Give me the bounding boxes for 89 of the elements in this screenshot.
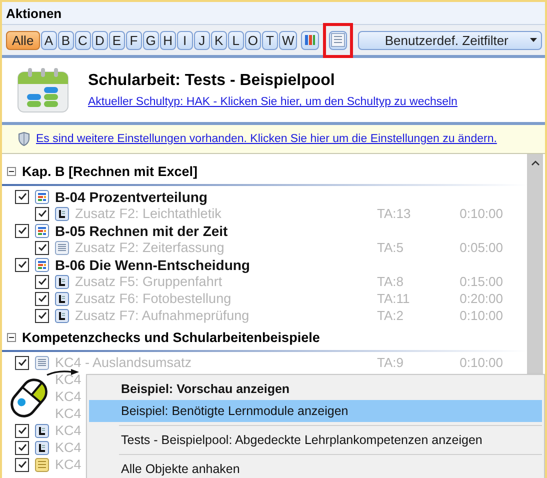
chart-view-button[interactable]	[301, 30, 320, 50]
filter-button[interactable]: Alle	[6, 30, 40, 50]
filter-button[interactable]: I	[176, 30, 193, 50]
checkbox[interactable]	[15, 440, 29, 454]
checkbox[interactable]	[35, 308, 49, 322]
bar-chart-icon	[35, 190, 49, 204]
settings-link[interactable]: Es sind weitere Einstellungen vorhanden. Klicken Sie hier um die Einstellungen zu ändern.	[36, 133, 497, 145]
check-icon	[16, 259, 28, 270]
group-label: Kompetenzchecks und Schularbeitenbeispiele	[22, 330, 320, 344]
filter-button[interactable]: O	[244, 30, 261, 50]
menu-item[interactable]: Tests - Beispielpool: Abgedeckte Lehrplankompetenzen anzeigen	[89, 429, 542, 451]
checkbox[interactable]	[15, 458, 29, 472]
page-title: Schularbeit: Tests - Beispielpool	[88, 72, 336, 90]
item-label[interactable]: B-06 Die Wenn-Entscheidung	[55, 256, 527, 272]
task-count: TA:8	[377, 274, 404, 289]
item-label[interactable]: B-04 Prozentverteilung	[55, 188, 527, 204]
filter-button[interactable]: G	[142, 30, 159, 50]
filter-button[interactable]: A	[40, 30, 57, 50]
duration: 0:20:00	[458, 291, 503, 306]
duration: 0:05:00	[458, 240, 503, 255]
filter-button[interactable]: W	[278, 30, 298, 50]
menu-item[interactable]: Alle Objekte anhaken	[89, 458, 542, 478]
filter-button[interactable]: D	[92, 30, 108, 50]
checkbox[interactable]	[35, 240, 49, 254]
filter-button[interactable]: B	[58, 30, 74, 50]
document-icon	[55, 274, 69, 288]
duration: 0:15:00	[458, 274, 503, 289]
bar-chart-icon	[35, 258, 49, 272]
checkbox[interactable]	[15, 224, 29, 238]
document-icon	[55, 292, 69, 306]
task-count: TA:2	[377, 308, 404, 323]
minus-box-icon	[7, 332, 16, 342]
list-icon	[35, 356, 49, 370]
bar-chart-icon	[35, 224, 49, 238]
filter-button[interactable]: T	[262, 30, 278, 50]
task-count: TA:13	[377, 206, 412, 221]
filter-button[interactable]: K	[210, 30, 227, 50]
check-icon	[16, 459, 28, 470]
check-icon	[36, 242, 48, 253]
checkbox[interactable]	[15, 424, 29, 438]
shield-icon	[18, 132, 30, 146]
calendar-icon	[16, 67, 70, 113]
filter-button[interactable]: L	[228, 30, 244, 50]
check-icon	[16, 191, 28, 202]
document-icon	[55, 206, 69, 220]
duration: 0:10:00	[458, 308, 503, 323]
check-icon	[36, 293, 48, 304]
check-icon	[36, 310, 48, 321]
check-icon	[36, 276, 48, 287]
duration: 0:10:00	[458, 206, 503, 221]
group-label: Kap. B [Rechnen mit Excel]	[22, 164, 198, 178]
list-view-button[interactable]	[329, 30, 348, 50]
task-count: TA:9	[377, 355, 404, 370]
time-filter-dropdown[interactable]: Benutzerdef. Zeitfilter	[358, 30, 542, 50]
document-icon	[35, 440, 49, 454]
item-label[interactable]: B-05 Rechnen mit der Zeit	[55, 222, 527, 238]
minus-box-icon	[7, 166, 16, 176]
filter-button[interactable]: C	[74, 30, 91, 50]
filter-button[interactable]: J	[194, 30, 210, 50]
check-icon	[16, 442, 28, 453]
document-icon	[35, 424, 49, 438]
check-icon	[36, 208, 48, 219]
document-icon	[55, 308, 69, 322]
check-icon	[16, 357, 28, 368]
checkbox[interactable]	[15, 190, 29, 204]
checkbox[interactable]	[35, 206, 49, 220]
list-icon	[55, 240, 69, 254]
duration: 0:10:00	[458, 355, 503, 370]
menu-item[interactable]: Beispiel: Vorschau anzeigen	[89, 378, 542, 400]
task-count: TA:11	[377, 291, 411, 306]
note-icon	[35, 458, 49, 472]
panel-title: Aktionen	[6, 6, 62, 20]
checkbox[interactable]	[15, 356, 29, 370]
check-icon	[16, 425, 28, 436]
menu-item[interactable]: Beispiel: Benötigte Lernmodule anzeigen	[89, 400, 542, 422]
scroll-up-icon[interactable]	[530, 160, 540, 166]
filter-button[interactable]: H	[160, 30, 176, 50]
arrow-icon	[46, 368, 80, 376]
school-type-link[interactable]: Aktueller Schultyp: HAK - Klicken Sie hier, um den Schultyp zu wechseln	[88, 96, 458, 108]
checkbox[interactable]	[35, 274, 49, 288]
task-count: TA:5	[377, 240, 404, 255]
check-icon	[16, 225, 28, 236]
filter-button[interactable]: E	[108, 30, 125, 50]
caret-icon	[530, 38, 537, 42]
filter-button[interactable]: F	[126, 30, 142, 50]
checkbox[interactable]	[35, 292, 49, 306]
bar-chart-icon	[304, 33, 316, 47]
checkbox[interactable]	[15, 258, 29, 272]
list-icon	[331, 33, 346, 47]
